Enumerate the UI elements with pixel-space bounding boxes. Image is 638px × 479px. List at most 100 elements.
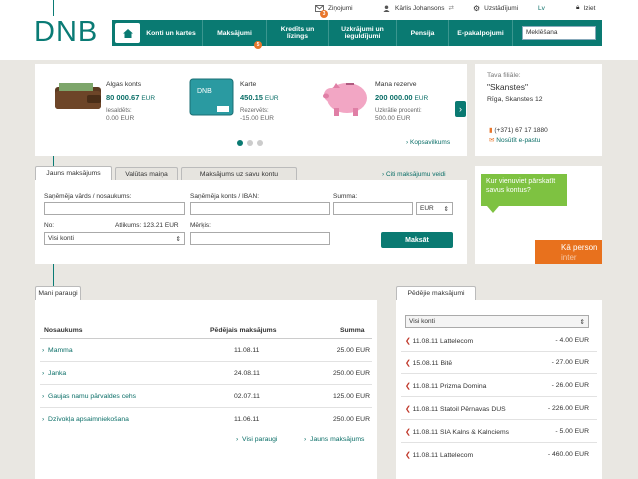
search-input[interactable]: Meklēšana: [522, 26, 596, 40]
outgoing-arrow-icon: ❮: [405, 383, 411, 390]
receiver-label: Saņēmēja vārds / nosaukums:: [44, 193, 132, 200]
account-balance[interactable]: 80 000.67 EUR: [106, 93, 155, 102]
home-icon: [122, 28, 133, 38]
branch-panel: Tava filiāle: "Skanstes" Rīga, Skanstes …: [475, 64, 602, 156]
recent-panel: Visi konti ⇕ ❮ 11.08.11 Lattelecom - 4.00…: [396, 300, 602, 479]
templates-panel: Nosaukums Pēdējais maksājums Summa › Mam…: [35, 300, 377, 479]
recent-row[interactable]: ❮ 11.08.11 Lattelecom: [405, 337, 473, 345]
savings-sub-label: Uzkrātie procenti:: [375, 108, 422, 114]
pay-button[interactable]: Maksāt: [381, 232, 453, 248]
outgoing-arrow-icon: ❮: [405, 360, 411, 367]
col-name-header: Nosaukums: [44, 327, 83, 334]
promo-bubble: Kur vienuviet pārskatīt savus kontus?: [481, 174, 567, 206]
logout-label: Iziet: [583, 4, 596, 12]
balance-label: Atlikums: 123.21 EUR: [115, 222, 179, 229]
row-divider: [401, 442, 597, 443]
savings-title: Mana rezerve: [375, 81, 417, 88]
purpose-label: Mērķis:: [190, 222, 211, 229]
currency-select[interactable]: EUR ⇕: [416, 202, 453, 215]
carousel-dot[interactable]: [257, 140, 263, 146]
piggy-bank-icon: [320, 74, 372, 118]
recent-sum: - 460.00 EUR: [547, 451, 589, 458]
template-row[interactable]: › Janka: [42, 370, 66, 377]
template-sum: 250.00 EUR: [332, 370, 370, 377]
row-divider: [401, 351, 597, 352]
template-sum: 250.00 EUR: [332, 416, 370, 423]
recent-filter-select[interactable]: Visi konti ⇕: [405, 315, 589, 328]
tab-recent-payments[interactable]: Pēdējie maksājumi: [396, 286, 476, 300]
from-account-select[interactable]: Visi konti ⇕: [44, 232, 185, 245]
card-balance[interactable]: 450.15 EUR: [240, 93, 279, 102]
other-payments-link[interactable]: › Citi maksājumu veidi: [382, 171, 446, 178]
branch-email-link[interactable]: ✉︎ Nosūtīt e-pastu: [489, 136, 540, 144]
tab-new-payment[interactable]: Jauns maksājums: [35, 166, 112, 180]
logo-line: [53, 0, 54, 16]
carousel-dot-active[interactable]: [237, 140, 243, 146]
tab-currency-exchange[interactable]: Valūtas maiņa: [115, 167, 178, 180]
new-payment-link[interactable]: › Jauns maksājums: [304, 436, 364, 443]
template-row[interactable]: › Gaujas namu pārvaldes cehs: [42, 393, 136, 400]
template-row[interactable]: › Mamma: [42, 347, 73, 354]
accounts-carousel: Algas konts 80 000.67 EUR Iesaldēts: 0.0…: [35, 64, 467, 156]
template-row[interactable]: › Dzīvokļa apsaimniekošana: [42, 416, 129, 423]
home-button[interactable]: [115, 23, 140, 43]
header-divider: [40, 338, 372, 339]
select-arrows-icon: ⇕: [175, 236, 181, 243]
tab-own-account-transfer[interactable]: Maksājums uz savu kontu: [181, 167, 297, 180]
purpose-input[interactable]: [190, 232, 330, 245]
template-date: 24.08.11: [234, 370, 260, 377]
recent-row[interactable]: ❮ 15.08.11 Bitē: [405, 359, 452, 367]
settings-label: Uzstādījumi: [484, 4, 519, 12]
outgoing-arrow-icon: ❮: [405, 452, 411, 459]
all-templates-link[interactable]: › Visi paraugi: [236, 436, 277, 443]
amount-label: Summa:: [333, 193, 358, 200]
recent-row[interactable]: ❮ 11.08.11 Statoil Pērnavas DUS: [405, 405, 506, 413]
savings-balance[interactable]: 200 000.00 EUR: [375, 93, 428, 102]
carousel-dot[interactable]: [247, 140, 253, 146]
settings-link[interactable]: ⚙ Uzstādījumi: [473, 2, 518, 14]
logout-link[interactable]: 🔒︎ Iziet: [576, 2, 595, 14]
recent-row[interactable]: ❮ 11.08.11 SIA Kalns & Kalnciems: [405, 428, 509, 436]
recent-row[interactable]: ❮ 11.08.11 Lattelecom: [405, 451, 473, 459]
branch-name: "Skanstes": [487, 82, 528, 92]
template-date: 02.07.11: [234, 393, 260, 400]
summary-link[interactable]: › Kopsavilkums: [406, 139, 450, 146]
language-switch[interactable]: Lv: [538, 2, 545, 14]
nav-accounts-cards[interactable]: Konti un kartes: [140, 20, 203, 46]
tab-my-templates[interactable]: Mani paraugi: [35, 286, 81, 300]
card-title: Karte: [240, 81, 257, 88]
recent-sum: - 4.00 EUR: [555, 337, 589, 344]
gear-icon: ⚙: [473, 3, 481, 13]
promo-orange: Kā person inter: [535, 240, 602, 264]
amount-input[interactable]: [333, 202, 413, 215]
recent-sum: - 27.00 EUR: [551, 359, 589, 366]
nav-credit-leasing[interactable]: Kredīts un līzings: [267, 20, 329, 46]
recent-row[interactable]: ❮ 11.08.11 Prizma Domina: [405, 382, 486, 390]
iban-input[interactable]: [190, 202, 330, 215]
branch-title: Tava filiāle:: [487, 72, 521, 79]
row-divider: [40, 407, 372, 408]
promo-bubble-tail: [487, 206, 499, 213]
nav-pension[interactable]: Pensija: [397, 20, 449, 46]
row-divider: [40, 384, 372, 385]
payment-form: Saņēmēja vārds / nosaukums: Saņēmēja kon…: [35, 180, 467, 264]
nav-savings-investments[interactable]: Uzkrājumi un ieguldījumi: [329, 20, 397, 46]
recent-sum: - 26.00 EUR: [551, 382, 589, 389]
header: DNB Ziņojumi 3 Kārlis Johansons ⇄ ⚙ Uzst…: [0, 0, 638, 60]
select-arrows-icon: ⇕: [579, 319, 585, 326]
account-sub-label: Iesaldēts:: [106, 108, 132, 114]
dnb-logo[interactable]: DNB: [34, 16, 98, 49]
row-divider: [401, 419, 597, 420]
user-menu[interactable]: Kārlis Johansons ⇄: [382, 2, 454, 14]
promo-banner[interactable]: Kur vienuviet pārskatīt savus kontus? Kā…: [475, 166, 602, 264]
row-divider: [401, 373, 597, 374]
user-name: Kārlis Johansons: [395, 4, 445, 12]
receiver-input[interactable]: [44, 202, 185, 215]
outgoing-arrow-icon: ❮: [405, 338, 411, 345]
row-divider: [40, 361, 372, 362]
carousel-next-button[interactable]: ›: [455, 101, 466, 117]
branch-phone: ▮ (+371) 67 17 1880: [489, 127, 548, 134]
payments-badge: 5: [254, 41, 262, 49]
nav-e-services[interactable]: E-pakalpojumi: [449, 20, 513, 46]
mail-icon: ✉︎: [489, 137, 495, 144]
